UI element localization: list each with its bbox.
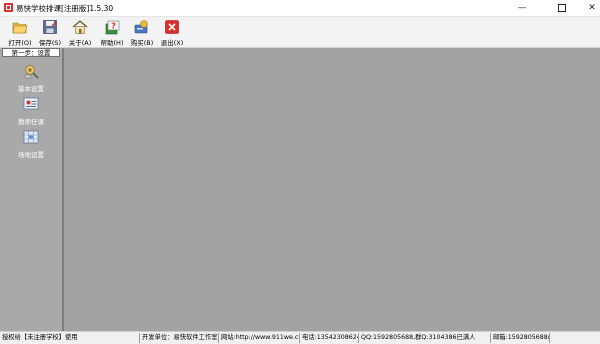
exit-icon <box>165 20 179 34</box>
status-qq: QQ:1592805688,群Q:3104386已满人 <box>358 333 490 343</box>
status-email: 邮箱:1592805688@qq.com <box>490 333 549 343</box>
open-folder-icon <box>12 22 28 34</box>
sidebar-item-teacher[interactable]: 教师任课 <box>0 96 62 126</box>
status-empty <box>549 333 600 343</box>
status-developer: 开发单位：易快软件工作室 <box>139 333 218 343</box>
buy-icon <box>134 20 148 34</box>
help-icon: ? <box>105 20 120 35</box>
svg-text:?: ? <box>111 22 116 31</box>
window-title: 易快学校排课[注册版]1.5.30 <box>16 4 114 13</box>
exit-button[interactable]: 退出(X) <box>157 18 185 47</box>
basic-settings-icon <box>24 65 39 79</box>
venue-icon <box>23 130 39 144</box>
status-website: 网站:http://www.911we.cn <box>218 333 299 343</box>
sidebar-item-venue[interactable]: 场地设置 <box>0 129 62 159</box>
save-button[interactable]: 保存(S) <box>35 18 63 47</box>
sidebar: 第一步：设置 基本设置 教师任课 场地设置 <box>0 48 64 331</box>
toolbar: 打开(O) 保存(S) 关于(A) ? 帮助(H) 购买(B) 退出(X) <box>0 17 600 48</box>
status-license: 授权给【未注册学校】使用 <box>2 334 78 341</box>
title-bar: 易快学校排课[注册版]1.5.30 — ✕ <box>0 0 600 17</box>
maximize-icon <box>558 3 566 12</box>
app-icon <box>4 3 13 12</box>
about-button[interactable]: 关于(A) <box>65 18 93 47</box>
sidebar-item-label: 基本设置 <box>18 85 44 93</box>
sidebar-item-basic-settings[interactable]: 基本设置 <box>0 63 62 93</box>
step-header: 第一步：设置 <box>2 48 60 57</box>
minimize-button[interactable]: — <box>507 0 537 16</box>
main-workspace <box>64 48 600 331</box>
teacher-icon <box>23 97 39 110</box>
open-button[interactable]: 打开(O) <box>5 18 33 47</box>
maximize-button[interactable] <box>547 0 577 16</box>
buy-button[interactable]: 购买(B) <box>127 18 155 47</box>
help-button[interactable]: ? 帮助(H) <box>97 18 125 47</box>
home-icon <box>72 20 88 34</box>
sidebar-item-label: 教师任课 <box>18 118 44 126</box>
status-phone: 电话:13542308624 <box>299 333 358 343</box>
close-button[interactable]: ✕ <box>577 0 600 16</box>
save-disk-icon <box>43 20 57 34</box>
exit-label: 退出(X) <box>160 39 184 47</box>
sidebar-item-label: 场地设置 <box>18 151 44 159</box>
status-bar: 授权给【未注册学校】使用 开发单位：易快软件工作室 网站:http://www.… <box>0 331 600 344</box>
